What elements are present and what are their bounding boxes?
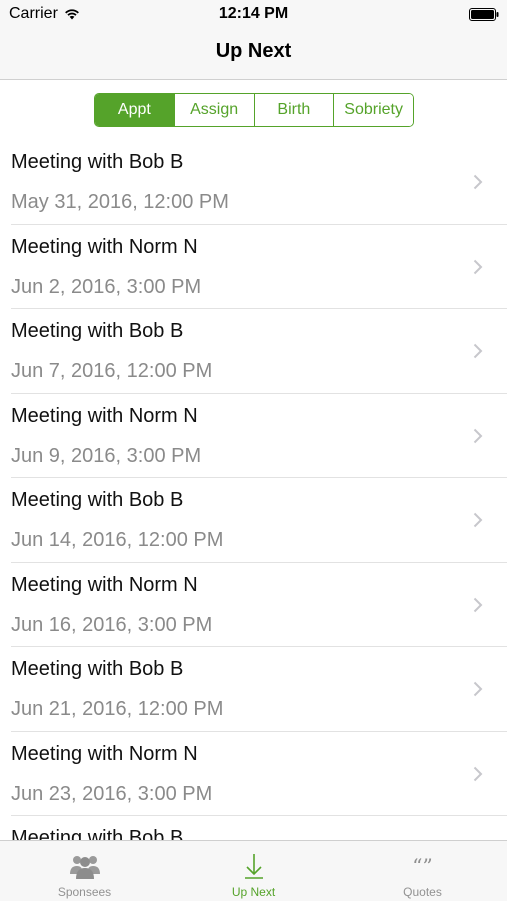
chevron-right-icon [473,259,483,274]
list-item[interactable]: Meeting with Norm N Jun 23, 2016, 3:00 P… [0,732,507,817]
item-date: Jun 21, 2016, 12:00 PM [11,698,224,720]
tab-label: Sponsees [57,885,112,899]
list-item[interactable]: Meeting with Bob B Jun 21, 2016, 12:00 P… [0,647,507,732]
chevron-right-icon [473,174,483,190]
people-icon [69,851,101,881]
chevron-right-icon [473,512,483,528]
segment-sobriety[interactable]: Sobriety [333,94,413,126]
tab-up-next[interactable]: Up Next [169,841,338,901]
item-title: Meeting with Bob B [11,489,184,511]
item-title: Meeting with Bob B [11,320,184,342]
chevron-right-icon [473,766,483,781]
item-title: Meeting with Norm N [11,573,198,596]
item-date: Jun 16, 2016, 3:00 PM [11,613,213,636]
tab-label: Quotes [403,885,442,899]
list-item[interactable]: Meeting with Norm N Jun 2, 2016, 3:00 PM [0,225,507,310]
chevron-right-icon [473,343,483,359]
navigation-bar: Up Next [0,30,507,80]
chevron-right-icon [473,681,483,697]
list-item[interactable]: Meeting with Bob B Jun 14, 2016, 12:00 P… [0,478,507,563]
segment-appt[interactable]: Appt [95,94,174,126]
tab-quotes[interactable]: “” Quotes [338,841,507,901]
list-item[interactable]: Meeting with Norm N Jun 9, 2016, 3:00 PM [0,394,507,479]
page-title: Up Next [215,40,292,62]
item-date: Jun 14, 2016, 12:00 PM [11,529,224,551]
item-date: Jun 9, 2016, 3:00 PM [11,444,202,467]
status-bar: Carrier 12:14 PM [0,0,507,30]
list-item[interactable]: Meeting with Bob B [0,816,507,840]
segment-assign[interactable]: Assign [173,94,254,126]
item-date: Jun 7, 2016, 12:00 PM [11,360,213,382]
item-title: Meeting with Bob B [11,151,184,173]
battery-icon [469,8,499,21]
chevron-right-icon [473,428,483,443]
item-date: Jun 2, 2016, 3:00 PM [11,275,202,298]
down-arrow-icon [238,851,270,881]
segment-birth[interactable]: Birth [253,94,334,126]
status-time: 12:14 PM [218,5,289,22]
list-item[interactable]: Meeting with Bob B Jun 7, 2016, 12:00 PM [0,309,507,394]
segmented-control: Appt Assign Birth Sobriety [94,93,414,127]
list-item[interactable]: Meeting with Norm N Jun 16, 2016, 3:00 P… [0,563,507,648]
item-title: Meeting with Norm N [11,742,198,765]
item-title: Meeting with Norm N [11,235,198,258]
item-date: Jun 23, 2016, 3:00 PM [11,782,213,805]
item-title: Meeting with Norm N [11,404,198,427]
tab-bar: Sponsees Up Next “” Quotes [0,840,507,901]
list-item[interactable]: Meeting with Bob B May 31, 2016, 12:00 P… [0,140,507,225]
tab-label: Up Next [231,885,276,899]
item-title: Meeting with Bob B [11,658,184,680]
item-title: Meeting with Bob B [11,827,184,840]
quote-icon: “” [412,854,433,878]
tab-sponsees[interactable]: Sponsees [0,841,169,901]
chevron-right-icon [473,597,483,612]
item-date: May 31, 2016, 12:00 PM [11,191,229,213]
appointment-list[interactable]: Meeting with Bob B May 31, 2016, 12:00 P… [0,140,507,840]
